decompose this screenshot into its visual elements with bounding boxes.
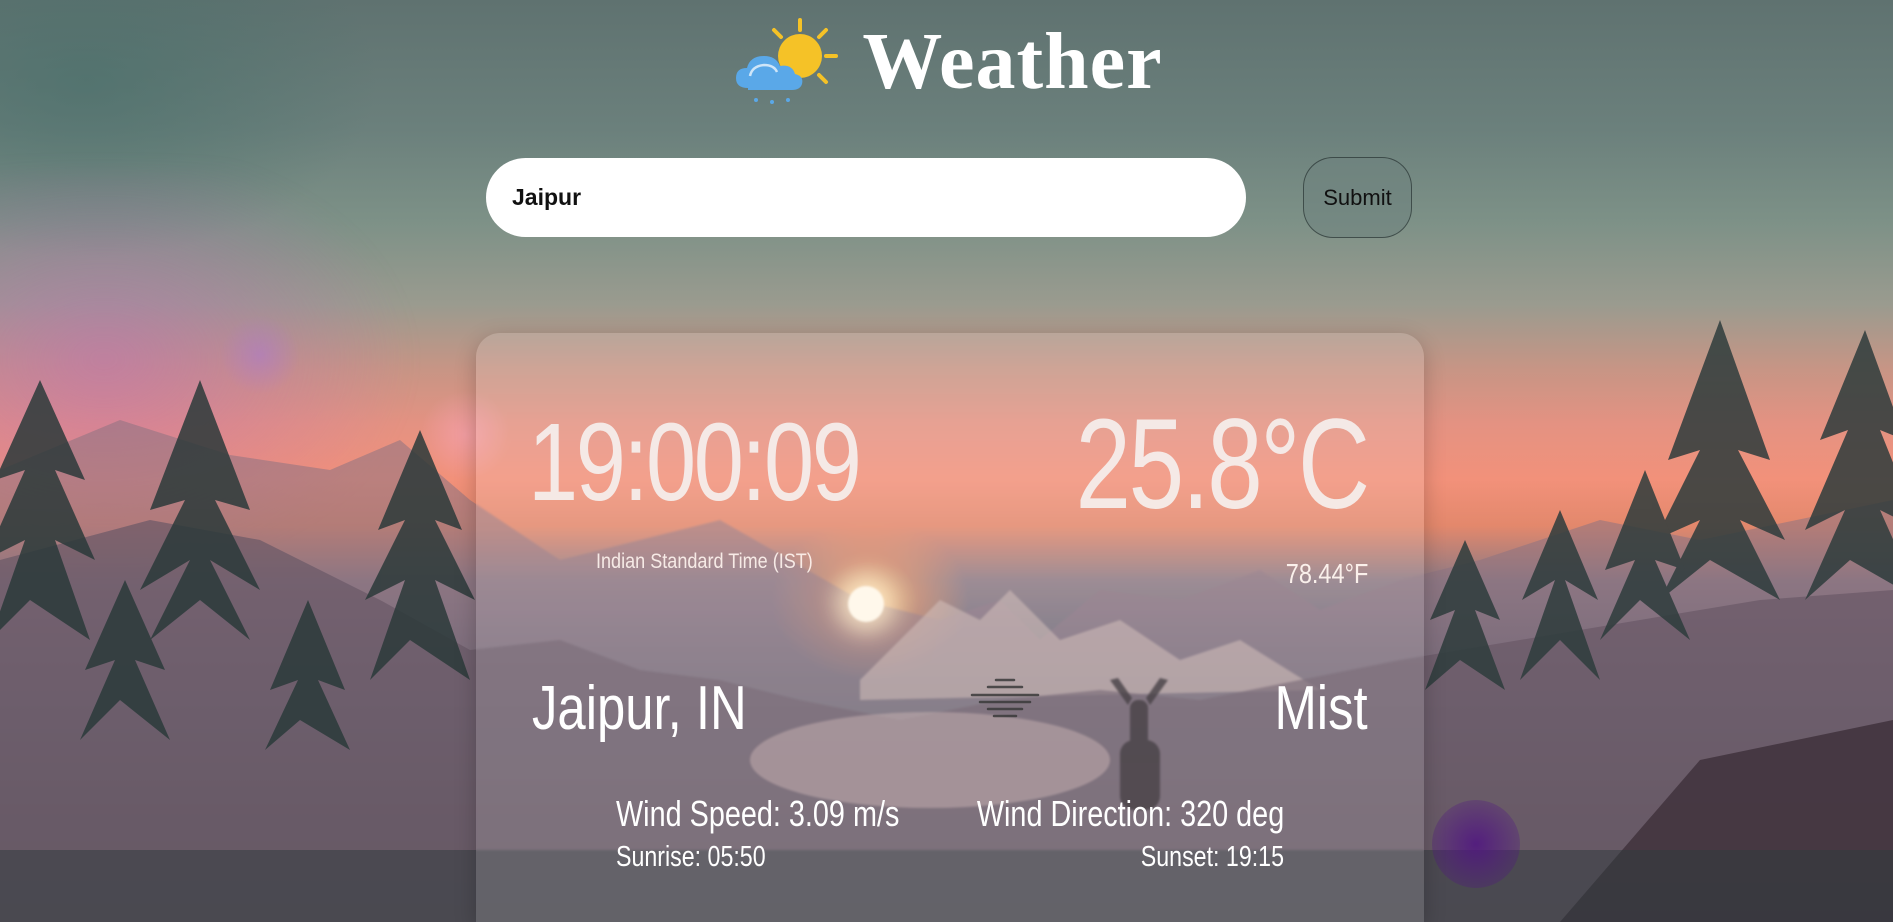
city-search-input[interactable]: [486, 158, 1246, 237]
app-title: Weather: [862, 18, 1163, 106]
sunset-time: Sunset: 19:15: [1140, 841, 1284, 873]
temperature-fahrenheit: 78.44°F: [1285, 558, 1368, 589]
weather-card: 19:00:09 Indian Standard Time (IST) 25.8…: [476, 333, 1424, 922]
mist-icon: [970, 678, 1040, 718]
weather-condition: Mist: [1274, 674, 1368, 743]
submit-button[interactable]: Submit: [1303, 157, 1412, 238]
location-label: Jaipur, IN: [532, 674, 747, 743]
local-time: 19:00:09: [528, 401, 862, 524]
wind-direction: Wind Direction: 320 deg: [976, 793, 1284, 834]
sun-behind-rain-cloud-icon: [736, 18, 839, 104]
sunrise-time: Sunrise: 05:50: [616, 841, 766, 873]
app-header: Weather: [0, 16, 1893, 108]
timezone-label: Indian Standard Time (IST): [596, 550, 813, 573]
temperature-celsius: 25.8°C: [1075, 393, 1371, 536]
wind-speed: Wind Speed: 3.09 m/s: [616, 793, 900, 834]
